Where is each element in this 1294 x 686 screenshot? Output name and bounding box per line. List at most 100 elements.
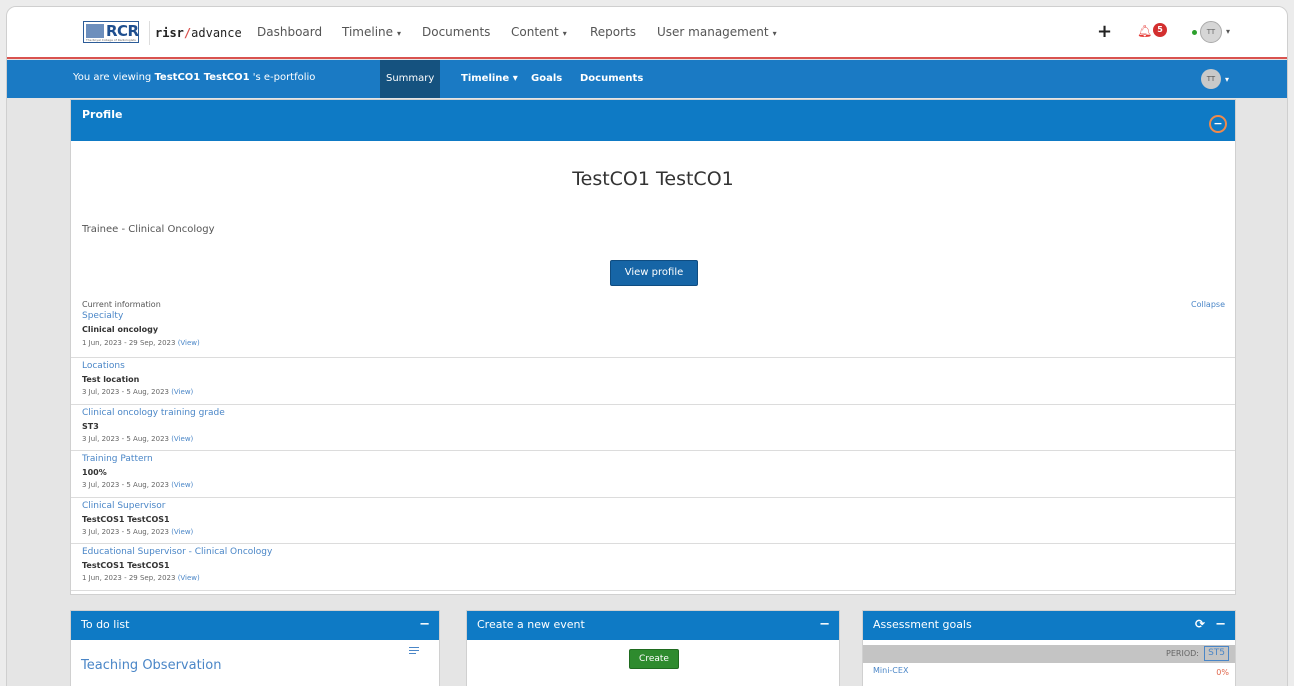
todo-item-link[interactable]: Teaching Observation [81, 658, 221, 673]
row-view-link[interactable]: (View) [171, 388, 193, 396]
collapse-profile-button[interactable]: − [1209, 115, 1227, 133]
row-label[interactable]: Training Pattern [82, 454, 153, 464]
tab-goals[interactable]: Goals [525, 60, 568, 98]
collapse-link[interactable]: Collapse [1191, 300, 1225, 309]
logo-subtext: The Royal College of Radiologists [86, 38, 136, 42]
profile-panel-header: Profile − [71, 100, 1235, 141]
info-row-locations: Locations Test location 3 Jul, 2023 - 5 … [71, 358, 1235, 405]
info-row-specialty: Specialty Clinical oncology 1 Jun, 2023 … [71, 309, 1235, 358]
viewing-prefix: You are viewing [73, 72, 155, 83]
row-value: Test location [82, 375, 140, 384]
nav-content-label: Content [511, 25, 559, 39]
bell-icon[interactable]: 🔔︎ [1137, 24, 1152, 38]
rcr-logo[interactable]: RCR The Royal College of Radiologists [83, 21, 139, 43]
chevron-down-icon[interactable]: ▾ [1226, 27, 1230, 36]
todo-card: To do list − Teaching Observation [70, 610, 440, 686]
todo-card-header: To do list − [71, 611, 439, 640]
chevron-down-icon[interactable]: ▾ [1225, 75, 1229, 84]
period-label: PERIOD: [1166, 649, 1199, 658]
collapse-create-event-button[interactable]: − [819, 617, 830, 632]
period-selector[interactable]: ST5 [1204, 646, 1229, 661]
nav-content[interactable]: Content ▾ [511, 25, 567, 39]
assessment-goals-card: Assessment goals ⟳ − PERIOD: ST5 Mini-CE… [862, 610, 1236, 686]
profile-role: Trainee - Clinical Oncology [82, 224, 215, 235]
goal-percent: 0% [1216, 668, 1229, 677]
nav-documents[interactable]: Documents [422, 25, 490, 39]
refresh-icon[interactable]: ⟳ [1195, 617, 1205, 631]
info-row-clinical-supervisor: Clinical Supervisor TestCOS1 TestCOS1 3 … [71, 498, 1235, 544]
nav-reports-label: Reports [590, 25, 637, 39]
online-status-dot [1192, 30, 1197, 35]
top-navbar: RCR The Royal College of Radiologists ri… [7, 7, 1287, 59]
row-value: TestCOS1 TestCOS1 [82, 515, 170, 524]
assessment-goals-card-header: Assessment goals ⟳ − [863, 611, 1235, 640]
brand-name-bold: risr [155, 26, 184, 40]
info-row-training-grade: Clinical oncology training grade ST3 3 J… [71, 405, 1235, 451]
row-date-range: 1 Jun, 2023 - 29 Sep, 2023 [82, 574, 178, 582]
row-dates: 3 Jul, 2023 - 5 Aug, 2023 (View) [82, 435, 193, 443]
row-date-range: 3 Jul, 2023 - 5 Aug, 2023 [82, 528, 172, 536]
profile-name: TestCO1 TestCO1 [572, 168, 734, 190]
row-view-link[interactable]: (View) [171, 481, 193, 489]
viewing-name: TestCO1 TestCO1 [154, 72, 250, 83]
row-date-range: 1 Jun, 2023 - 29 Sep, 2023 [82, 339, 178, 347]
nav-user-management-label: User management [657, 25, 769, 39]
tab-summary[interactable]: Summary [380, 60, 441, 98]
row-dates: 3 Jul, 2023 - 5 Aug, 2023 (View) [82, 528, 193, 536]
chevron-down-icon: ▾ [397, 29, 402, 38]
chevron-down-icon: ▾ [772, 29, 777, 38]
nav-reports[interactable]: Reports [590, 25, 636, 39]
view-profile-button[interactable]: View profile [610, 260, 698, 286]
row-view-link[interactable]: (View) [178, 339, 200, 347]
chevron-down-icon: ▾ [562, 29, 567, 38]
app-brand[interactable]: risr/advance [155, 26, 242, 40]
brand-name-rest: advance [191, 26, 242, 40]
row-date-range: 3 Jul, 2023 - 5 Aug, 2023 [82, 388, 172, 396]
row-value: ST3 [82, 422, 99, 431]
row-view-link[interactable]: (View) [171, 435, 193, 443]
period-bar: PERIOD: ST5 [863, 645, 1235, 663]
profile-panel: Profile − TestCO1 TestCO1 Trainee - Clin… [70, 99, 1236, 595]
tab-timeline[interactable]: Timeline ▾ [455, 60, 524, 98]
goal-name-link[interactable]: Mini-CEX [873, 666, 908, 675]
nav-timeline-label: Timeline [342, 25, 394, 39]
row-label[interactable]: Locations [82, 361, 125, 371]
current-information-label: Current information [82, 300, 161, 309]
nav-dashboard[interactable]: Dashboard [257, 25, 322, 39]
nav-dashboard-label: Dashboard [257, 25, 323, 39]
create-event-card-header: Create a new event − [467, 611, 839, 640]
row-label[interactable]: Clinical oncology training grade [82, 408, 225, 418]
row-view-link[interactable]: (View) [178, 574, 200, 582]
row-date-range: 3 Jul, 2023 - 5 Aug, 2023 [82, 481, 172, 489]
row-dates: 3 Jul, 2023 - 5 Aug, 2023 (View) [82, 388, 193, 396]
trainee-avatar[interactable]: TT [1201, 69, 1221, 89]
row-label[interactable]: Clinical Supervisor [82, 501, 165, 511]
row-view-link[interactable]: (View) [171, 528, 193, 536]
notification-count-badge[interactable]: 5 [1153, 23, 1167, 37]
info-row-training-pattern: Training Pattern 100% 3 Jul, 2023 - 5 Au… [71, 451, 1235, 498]
row-value: TestCOS1 TestCOS1 [82, 561, 170, 570]
info-row-educational-supervisor: Educational Supervisor - Clinical Oncolo… [71, 544, 1235, 591]
nav-user-management[interactable]: User management ▾ [657, 25, 777, 39]
brand-divider [149, 21, 150, 45]
list-icon[interactable] [409, 647, 419, 656]
add-icon[interactable]: + [1097, 21, 1112, 42]
row-label[interactable]: Specialty [82, 311, 123, 321]
nav-timeline[interactable]: Timeline ▾ [342, 25, 401, 39]
viewing-suffix: 's e-portfolio [249, 72, 316, 83]
row-date-range: 3 Jul, 2023 - 5 Aug, 2023 [82, 435, 172, 443]
assessment-goals-card-title: Assessment goals [873, 618, 972, 631]
tab-documents[interactable]: Documents [574, 60, 649, 98]
row-label[interactable]: Educational Supervisor - Clinical Oncolo… [82, 547, 272, 557]
profile-panel-title: Profile [82, 108, 123, 121]
browser-frame: RCR The Royal College of Radiologists ri… [6, 6, 1288, 686]
create-event-button[interactable]: Create [629, 649, 679, 669]
crest-icon [86, 24, 104, 38]
row-dates: 1 Jun, 2023 - 29 Sep, 2023 (View) [82, 339, 200, 347]
collapse-todo-button[interactable]: − [419, 617, 430, 632]
row-dates: 3 Jul, 2023 - 5 Aug, 2023 (View) [82, 481, 193, 489]
user-avatar[interactable]: TT [1200, 21, 1222, 43]
create-event-card-title: Create a new event [477, 618, 585, 631]
row-value: Clinical oncology [82, 325, 159, 334]
collapse-assessment-goals-button[interactable]: − [1215, 617, 1226, 632]
